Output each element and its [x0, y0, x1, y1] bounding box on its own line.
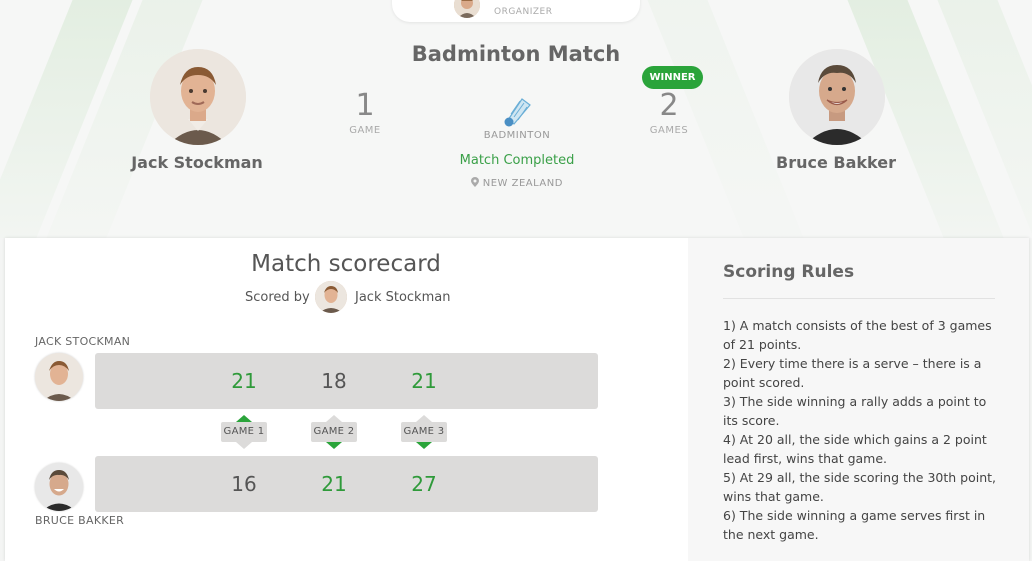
game2-winner-down-marker — [326, 442, 342, 449]
away-player-avatar[interactable] — [789, 49, 885, 145]
home-row-avatar — [35, 353, 83, 401]
rule-item: 1) A match consists of the best of 3 gam… — [723, 318, 992, 352]
game1-tag: GAME 1 — [221, 422, 267, 442]
home-game3-score: 21 — [411, 369, 437, 393]
home-score-bar: 21 18 21 — [95, 353, 598, 409]
game2-up-marker — [326, 415, 342, 422]
game3-tag: GAME 3 — [401, 422, 447, 442]
rule-item: 3) The side winning a rally adds a point… — [723, 394, 987, 428]
shuttlecock-icon — [500, 93, 534, 127]
home-player-avatar[interactable] — [150, 49, 246, 145]
organizer-avatar — [454, 0, 480, 18]
game3-up-marker — [416, 415, 432, 422]
away-game1-score: 16 — [231, 472, 257, 496]
rules-title: Scoring Rules — [723, 262, 855, 282]
rule-item: 6) The side winning a game serves first … — [723, 508, 986, 542]
home-games-won: 1 — [355, 88, 375, 123]
rules-list: 1) A match consists of the best of 3 gam… — [723, 316, 1003, 544]
home-game1-score: 21 — [231, 369, 257, 393]
scorer-avatar[interactable] — [315, 281, 347, 313]
home-row-label: JACK STOCKMAN — [35, 335, 131, 348]
away-games-won: 2 — [659, 88, 679, 123]
away-row-label: BRUCE BAKKER — [35, 514, 125, 527]
rule-item: 5) At 29 all, the side scoring the 30th … — [723, 470, 997, 504]
winner-badge: WINNER — [642, 66, 703, 89]
game3-winner-down-marker — [416, 442, 432, 449]
game2-tag: GAME 2 — [311, 422, 357, 442]
home-player-name[interactable]: Jack Stockman — [97, 153, 297, 172]
away-games-unit: GAMES — [649, 125, 689, 136]
away-player-name[interactable]: Bruce Bakker — [736, 153, 936, 172]
away-game3-score: 27 — [411, 472, 437, 496]
scored-by-label: Scored by — [245, 290, 310, 305]
game1-down-marker — [236, 442, 252, 449]
organizer-label: ORGANIZER — [494, 7, 553, 17]
away-game2-score: 21 — [321, 472, 347, 496]
rules-divider — [723, 298, 995, 299]
scorecard-title: Match scorecard — [251, 251, 441, 277]
organizer-tab[interactable]: ORGANIZER — [392, 0, 640, 22]
home-game2-score: 18 — [321, 369, 347, 393]
scorer-name[interactable]: Jack Stockman — [355, 290, 450, 305]
home-games-unit: GAME — [349, 125, 381, 136]
rule-item: 4) At 20 all, the side which gains a 2 p… — [723, 432, 987, 466]
match-status: Match Completed — [459, 153, 575, 168]
location-pin-icon — [471, 177, 480, 190]
location-text: NEW ZEALAND — [482, 178, 563, 189]
game1-winner-up-marker — [236, 415, 252, 422]
sport-label: BADMINTON — [483, 130, 551, 141]
away-row-avatar — [35, 463, 83, 511]
match-location: NEW ZEALAND — [417, 177, 617, 190]
away-score-bar: 16 21 27 — [95, 456, 598, 512]
match-title: Badminton Match — [411, 42, 621, 66]
rule-item: 2) Every time there is a serve – there i… — [723, 356, 982, 390]
